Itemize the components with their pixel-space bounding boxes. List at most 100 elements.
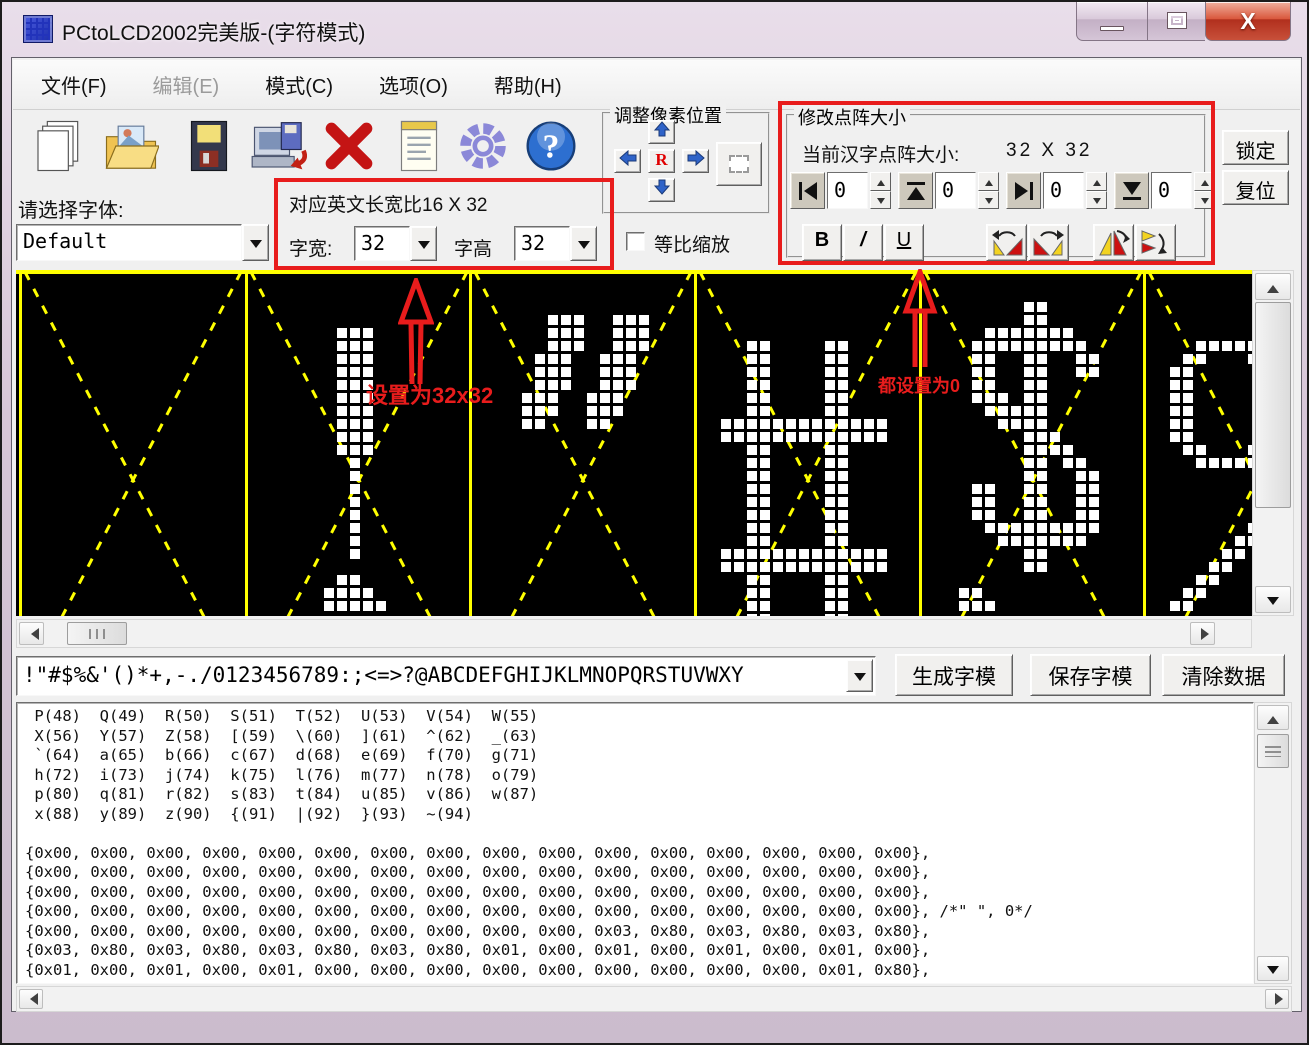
scroll-down-button[interactable] [1257, 956, 1289, 981]
offset-value-field[interactable]: 0 [1043, 172, 1084, 209]
maximize-button[interactable] [1148, 2, 1205, 41]
pad-bottom-icon [1121, 180, 1143, 202]
offset-value-field[interactable]: 0 [827, 172, 868, 209]
menu-item-4[interactable]: 帮助(H) [494, 70, 562, 99]
offset-control-3: 0 [1114, 172, 1215, 209]
spinner-down-button[interactable] [1194, 191, 1215, 210]
output-text-area[interactable]: P(48) Q(49) R(50) S(51) T(52) U(53) V(54… [16, 702, 1254, 984]
character-strip-text[interactable]: !"#$%&'()*+,-./0123456789:;<=>?@ABCDEFGH… [16, 656, 876, 696]
offset-control-2: 0 [1006, 172, 1107, 209]
chevron-down-icon [250, 240, 262, 254]
clear-data-button[interactable]: 清除数据 [1162, 654, 1285, 696]
scroll-thumb[interactable] [1257, 734, 1289, 768]
arrow-up-icon [1201, 176, 1209, 186]
scroll-down-button[interactable] [1255, 586, 1291, 613]
menu-item-0[interactable]: 文件(F) [41, 70, 107, 99]
spinner-up-button[interactable] [1194, 172, 1215, 191]
app-window: PCtoLCD2002完美版-(字符模式) X 文件(F) 编辑(E) 模式(C) 选… [0, 0, 1309, 1045]
rotate-left-button[interactable] [986, 224, 1027, 261]
lcd-preview-canvas[interactable] [16, 270, 1252, 616]
pad-top-icon[interactable] [898, 172, 933, 209]
thumb-grip [89, 629, 105, 639]
menu-item-3[interactable]: 选项(O) [379, 70, 448, 99]
arrow-left-icon [619, 150, 637, 166]
pad-center-r-button[interactable]: R [648, 149, 675, 173]
scale-proportional-checkbox[interactable] [626, 232, 645, 251]
scale-proportional-label: 等比缩放 [654, 230, 730, 257]
titlebar[interactable]: PCtoLCD2002完美版-(字符模式) X [2, 2, 1307, 57]
menu-item-1[interactable]: 编辑(E) [153, 70, 220, 99]
underline-button[interactable]: U [884, 224, 924, 261]
spinner-down-button[interactable] [1086, 191, 1107, 210]
move-down-button[interactable] [648, 178, 675, 202]
scroll-up-button[interactable] [1255, 273, 1291, 300]
lcd-vertical-scrollbar[interactable] [1252, 270, 1294, 616]
spinner-down-button[interactable] [870, 191, 891, 210]
generate-font-button[interactable]: 生成字模 [895, 654, 1013, 696]
scroll-left-button[interactable] [19, 622, 44, 645]
char-height-dropdown-button[interactable] [570, 226, 597, 261]
output-horizontal-scrollbar[interactable] [16, 986, 1292, 1012]
output-vertical-scrollbar[interactable] [1254, 702, 1292, 984]
move-left-button[interactable] [614, 149, 641, 173]
offset-value-field[interactable]: 0 [935, 172, 976, 209]
char-width-label: 字宽: [289, 234, 332, 261]
pad-bottom-icon[interactable] [1114, 172, 1149, 209]
center-align-icon [729, 155, 749, 173]
save-button[interactable] [178, 114, 240, 178]
delete-button[interactable] [318, 114, 380, 178]
matrix-size-title: 修改点阵大小 [794, 104, 910, 130]
thumb-grip [1265, 746, 1281, 757]
scroll-right-button[interactable] [1265, 989, 1289, 1009]
r-center-label: R [655, 150, 667, 169]
offset-spinner [870, 172, 891, 209]
font-select-combobox[interactable]: Default [16, 224, 269, 261]
offset-value-field[interactable]: 0 [1151, 172, 1192, 209]
center-align-button[interactable] [716, 142, 762, 186]
bold-button[interactable]: B [802, 224, 842, 261]
reset-button[interactable]: 复位 [1222, 170, 1289, 205]
move-up-button[interactable] [648, 120, 675, 144]
spinner-up-button[interactable] [1086, 172, 1107, 191]
rotate-left-icon [990, 227, 1024, 257]
pad-left-icon[interactable] [790, 172, 825, 209]
spinner-down-button[interactable] [978, 191, 999, 210]
char-height-value: 32 [514, 226, 570, 261]
scroll-thumb[interactable] [67, 622, 127, 645]
arrow-down-icon [1201, 198, 1209, 208]
minimize-button[interactable] [1076, 2, 1148, 41]
char-width-value: 32 [354, 226, 410, 261]
flip-horizontal-button[interactable] [1135, 224, 1176, 261]
scroll-up-button[interactable] [1257, 705, 1289, 730]
annotation-label-2: 都设置为0 [878, 372, 960, 398]
character-strip-dropdown-button[interactable] [846, 659, 873, 692]
settings-button[interactable] [452, 114, 514, 178]
font-select-dropdown-button[interactable] [242, 224, 269, 261]
rotate-right-button[interactable] [1028, 224, 1069, 261]
help-icon: ? [523, 118, 579, 174]
pad-right-icon[interactable] [1006, 172, 1041, 209]
scroll-left-button[interactable] [19, 989, 43, 1009]
offset-spinner [1194, 172, 1215, 209]
new-file-button[interactable] [28, 114, 90, 178]
spinner-up-button[interactable] [870, 172, 891, 191]
report-button[interactable] [388, 114, 450, 178]
spinner-up-button[interactable] [978, 172, 999, 191]
lock-button[interactable]: 锁定 [1222, 130, 1289, 165]
scroll-thumb[interactable] [1255, 302, 1291, 508]
move-right-button[interactable] [682, 149, 709, 173]
export-button[interactable] [248, 114, 310, 178]
chevron-down-icon [854, 673, 866, 687]
save-font-button[interactable]: 保存字模 [1030, 654, 1151, 696]
scroll-right-button[interactable] [1190, 622, 1215, 645]
lcd-horizontal-scrollbar[interactable] [16, 619, 1252, 648]
char-width-combobox[interactable]: 32 [354, 226, 437, 261]
flip-vertical-button[interactable] [1093, 224, 1134, 261]
char-height-combobox[interactable]: 32 [514, 226, 597, 261]
menu-item-2[interactable]: 模式(C) [265, 70, 333, 99]
open-file-button[interactable] [100, 114, 162, 178]
close-button[interactable]: X [1205, 2, 1291, 41]
char-width-dropdown-button[interactable] [410, 226, 437, 261]
help-button[interactable]: ? [520, 114, 582, 178]
italic-button[interactable]: / [843, 224, 883, 261]
